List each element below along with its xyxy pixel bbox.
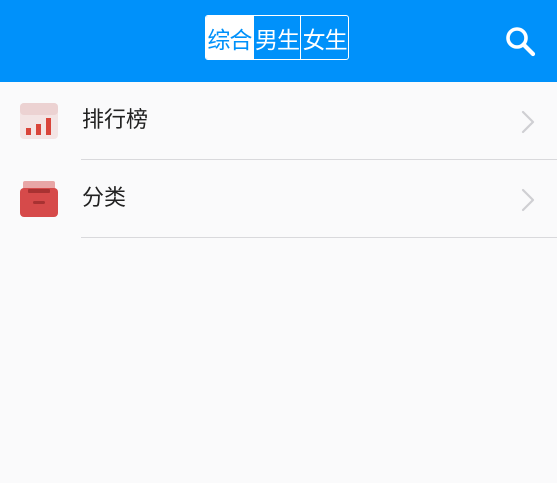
list-item-category[interactable]: 分类 [0,160,557,238]
category-label: 分类 [82,186,127,211]
ranking-label: 排行榜 [82,108,149,133]
tab-female[interactable]: 女生 [300,16,348,59]
top-bar: 综合 男生 女生 [0,0,557,82]
list-item-ranking[interactable]: 排行榜 [0,82,557,160]
chevron-right-icon [521,188,535,212]
search-button[interactable] [504,25,538,59]
search-icon [506,27,536,57]
chevron-right-icon [521,110,535,134]
tab-male[interactable]: 男生 [252,16,301,59]
menu-list: 排行榜 分类 [0,82,557,238]
divider [81,237,557,238]
ranking-chart-icon [20,103,58,139]
gender-tab-switcher: 综合 男生 女生 [205,15,349,60]
category-box-icon [20,181,58,217]
tab-all[interactable]: 综合 [206,16,253,59]
